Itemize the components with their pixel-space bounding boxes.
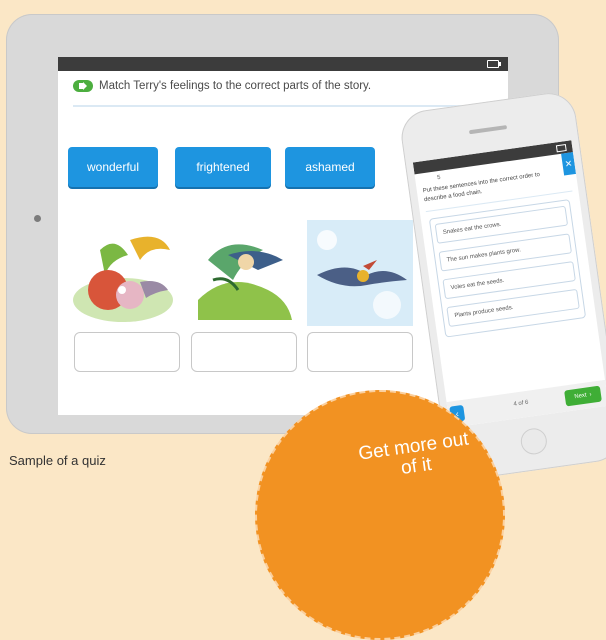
next-button[interactable]: Next › <box>564 385 602 407</box>
word-tile-frightened[interactable]: frightened <box>175 147 271 187</box>
promo-badge[interactable] <box>255 390 505 640</box>
caption: Sample of a quiz <box>9 453 106 468</box>
quiz-instruction: Match Terry's feelings to the correct pa… <box>73 80 371 92</box>
next-label: Next <box>574 392 588 401</box>
phone-quiz-screen: ✕ 5 Put these sentences into the correct… <box>412 140 606 428</box>
word-tile-ashamed[interactable]: ashamed <box>285 147 375 187</box>
answer-slot-2[interactable] <box>191 332 297 372</box>
instruction-text: Match Terry's feelings to the correct pa… <box>99 80 372 92</box>
story-picture-1[interactable] <box>70 220 176 326</box>
phone-speaker <box>468 125 508 135</box>
phone-instruction: Put these sentences into the correct ord… <box>422 171 541 204</box>
chevron-right-icon: › <box>589 391 593 399</box>
phone-footer: ‹ 4 of 6 Next › <box>446 379 606 428</box>
word-tile-wonderful[interactable]: wonderful <box>68 147 158 187</box>
battery-icon <box>487 60 501 68</box>
answer-slot-1[interactable] <box>74 332 180 372</box>
tablet-camera <box>34 215 41 222</box>
page-indicator: 4 of 6 <box>513 399 529 408</box>
audio-play-icon[interactable] <box>73 80 93 92</box>
story-picture-2[interactable] <box>188 220 294 326</box>
question-counter: 5 <box>436 174 442 182</box>
sentence-list: Snakes eat the crows. The sun makes plan… <box>428 199 587 338</box>
answer-slot-3[interactable] <box>307 332 413 372</box>
battery-icon <box>555 143 567 153</box>
home-button[interactable] <box>519 426 549 457</box>
status-bar <box>58 57 508 71</box>
divider <box>73 105 494 107</box>
close-icon[interactable]: ✕ <box>561 152 577 176</box>
story-picture-3[interactable] <box>307 220 413 326</box>
